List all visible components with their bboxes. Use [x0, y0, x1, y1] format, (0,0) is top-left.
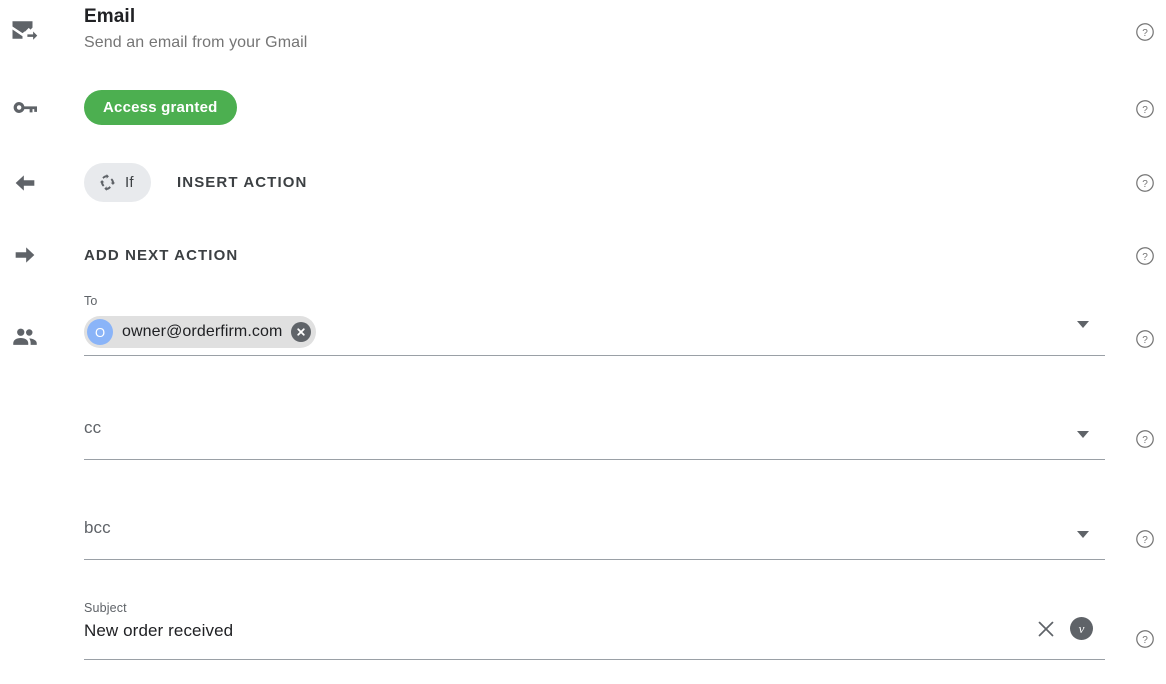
to-field-label: To	[84, 294, 98, 308]
svg-text:?: ?	[1142, 179, 1148, 190]
help-icon-cc[interactable]: ?	[1134, 429, 1155, 450]
svg-text:?: ?	[1142, 435, 1148, 446]
to-field-underline	[84, 355, 1105, 356]
help-icon-to[interactable]: ?	[1134, 329, 1155, 350]
bcc-field-placeholder: bcc	[84, 518, 111, 537]
send-email-icon	[9, 14, 41, 46]
help-icon-insert-action[interactable]: ?	[1134, 173, 1155, 194]
svg-text:?: ?	[1142, 105, 1148, 116]
help-icon-subject[interactable]: ?	[1134, 629, 1155, 650]
insert-action-button[interactable]: INSERT ACTION	[177, 174, 307, 191]
bcc-dropdown-caret[interactable]	[1077, 531, 1089, 538]
remove-recipient-icon[interactable]	[291, 322, 312, 342]
svg-text:?: ?	[1142, 28, 1148, 39]
cc-dropdown-caret[interactable]	[1077, 431, 1089, 438]
svg-text:?: ?	[1142, 252, 1148, 263]
subject-field-underline	[84, 659, 1105, 660]
if-condition-pill[interactable]: If	[84, 163, 151, 202]
key-icon	[9, 92, 41, 124]
add-next-action-button[interactable]: ADD NEXT ACTION	[84, 247, 238, 264]
bcc-field[interactable]: bcc	[84, 510, 1105, 560]
subject-field-label: Subject	[84, 601, 127, 615]
help-icon-bcc[interactable]: ?	[1134, 529, 1155, 550]
cc-field-placeholder: cc	[84, 418, 102, 437]
avatar: O	[87, 319, 113, 345]
recipient-email: owner@orderfirm.com	[122, 323, 283, 340]
to-dropdown-caret[interactable]	[1077, 321, 1089, 328]
svg-text:?: ?	[1142, 635, 1148, 646]
page-title: Email	[84, 6, 136, 27]
to-field[interactable]: To O owner@orderfirm.com	[84, 294, 1105, 356]
access-granted-badge[interactable]: Access granted	[84, 90, 237, 125]
help-icon-email[interactable]: ?	[1134, 22, 1155, 43]
people-icon	[9, 321, 41, 353]
if-pill-label: If	[125, 174, 134, 191]
email-action-panel: Email Send an email from your Gmail Acce…	[0, 0, 1166, 684]
arrow-right-icon[interactable]	[9, 239, 41, 271]
arrow-left-icon[interactable]	[9, 167, 41, 199]
bcc-field-underline	[84, 559, 1105, 560]
subject-field-value[interactable]: New order received	[84, 621, 233, 641]
help-icon-add-next-action[interactable]: ?	[1134, 246, 1155, 267]
help-icon-access[interactable]: ?	[1134, 99, 1155, 120]
insert-variable-badge[interactable]: v	[1070, 617, 1093, 640]
cc-field-underline	[84, 459, 1105, 460]
branch-fork-icon	[97, 172, 118, 193]
recipient-chip[interactable]: O owner@orderfirm.com	[84, 316, 317, 348]
subject-field[interactable]: Subject New order received v	[84, 601, 1105, 660]
svg-text:?: ?	[1142, 535, 1148, 546]
page-subtitle: Send an email from your Gmail	[84, 34, 308, 51]
svg-text:?: ?	[1142, 335, 1148, 346]
cc-field[interactable]: cc	[84, 410, 1105, 460]
clear-subject-icon[interactable]	[1035, 618, 1057, 640]
